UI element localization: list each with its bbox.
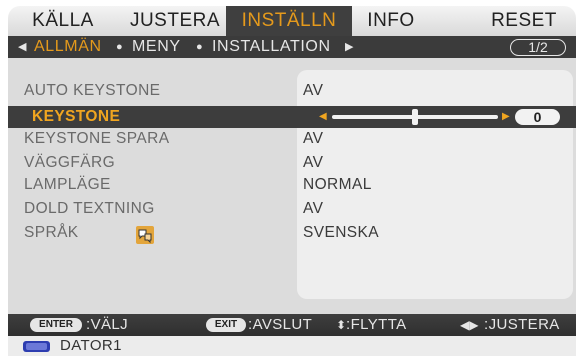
scroll-right-icon[interactable]: ▶ xyxy=(345,36,353,58)
tab-justera[interactable]: JUSTERA xyxy=(120,6,230,36)
keystone-value: 0 xyxy=(515,109,560,125)
monitor-icon xyxy=(23,341,50,352)
setting-value-lamplage[interactable]: NORMAL xyxy=(303,174,372,196)
tab-installn[interactable]: INSTÄLLN xyxy=(226,6,352,36)
setting-label-keystone-spara[interactable]: KEYSTONE SPARA xyxy=(24,128,169,150)
setting-label-auto-keystone[interactable]: AUTO KEYSTONE xyxy=(24,80,160,102)
setting-label-keystone[interactable]: KEYSTONE xyxy=(32,106,120,128)
enter-key-badge: ENTER xyxy=(30,318,82,332)
setting-label-sprak[interactable]: SPRÅK xyxy=(24,222,79,244)
setting-value-sprak[interactable]: SVENSKA xyxy=(303,222,379,244)
slider-decrease-icon[interactable]: ◀ xyxy=(319,111,327,122)
setting-value-keystone-spara[interactable]: AV xyxy=(303,128,323,150)
setting-label-lamplage[interactable]: LAMPLÄGE xyxy=(24,174,111,196)
setting-value-dold-textning[interactable]: AV xyxy=(303,198,323,220)
subtab-installation[interactable]: INSTALLATION xyxy=(212,36,331,58)
exit-key-badge: EXIT xyxy=(206,318,246,332)
projector-osd-menu: KÄLLA JUSTERA INSTÄLLN INFO RESET ◀ ALLM… xyxy=(0,0,582,359)
separator-dot-icon: ● xyxy=(116,41,123,53)
keystone-slider-thumb[interactable] xyxy=(412,109,418,125)
subtab-meny[interactable]: MENY xyxy=(132,36,181,58)
sub-tab-bar: ◀ ALLMÄN ● MENY ● INSTALLATION ▶ 1/2 xyxy=(8,36,576,58)
slider-increase-icon[interactable]: ▶ xyxy=(502,111,510,122)
button-hint-bar: ENTER :VÄLJ EXIT :AVSLUT ⬍ :FLYTTA ◀▶ :J… xyxy=(8,314,576,336)
leftright-arrows-icon: ◀▶ xyxy=(460,318,479,332)
setting-value-auto-keystone[interactable]: AV xyxy=(303,80,323,102)
enter-hint: :VÄLJ xyxy=(86,316,129,333)
tab-info[interactable]: INFO xyxy=(359,6,423,36)
tab-kalla[interactable]: KÄLLA xyxy=(18,6,108,36)
language-icon xyxy=(136,226,154,244)
updown-arrows-icon: ⬍ xyxy=(336,318,347,332)
tab-reset[interactable]: RESET xyxy=(478,6,570,36)
subtab-allman[interactable]: ALLMÄN xyxy=(34,36,102,58)
adjust-hint: :JUSTERA xyxy=(484,316,560,333)
input-status-bar: DATOR1 xyxy=(8,336,576,356)
input-source-label: DATOR1 xyxy=(60,337,122,354)
scroll-left-icon[interactable]: ◀ xyxy=(18,36,26,58)
move-hint: :FLYTTA xyxy=(346,316,407,333)
separator-dot-icon: ● xyxy=(196,41,203,53)
exit-hint: :AVSLUT xyxy=(248,316,313,333)
main-tab-bar: KÄLLA JUSTERA INSTÄLLN INFO RESET xyxy=(8,6,576,36)
setting-label-dold-textning[interactable]: DOLD TEXTNING xyxy=(24,198,155,220)
page-indicator: 1/2 xyxy=(510,39,566,56)
setting-value-vaggfarg[interactable]: AV xyxy=(303,152,323,174)
setting-label-vaggfarg[interactable]: VÄGGFÄRG xyxy=(24,152,115,174)
selected-row-keystone[interactable]: KEYSTONE ◀ ▶ 0 xyxy=(8,106,576,128)
